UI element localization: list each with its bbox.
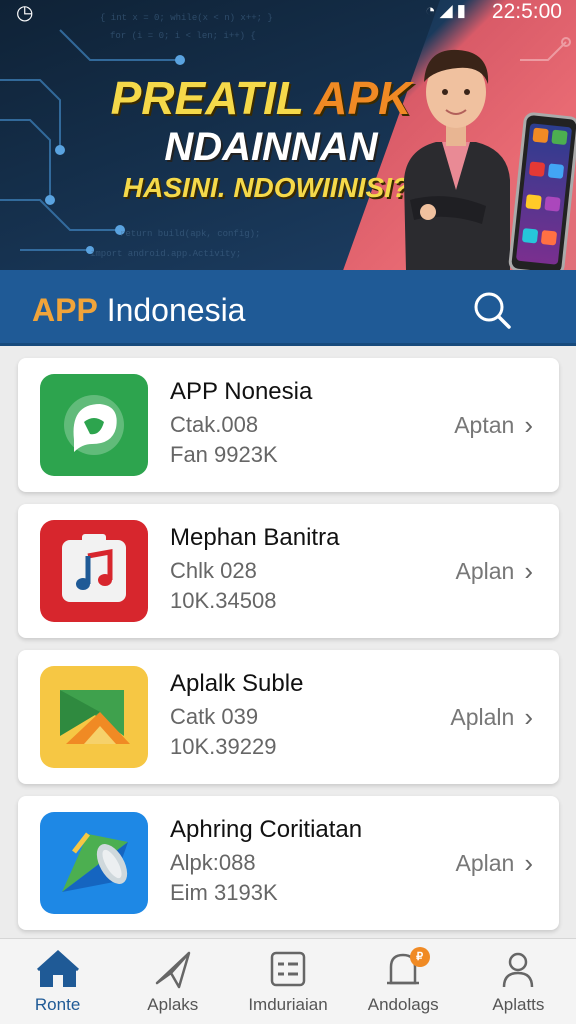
list-item[interactable]: Aphring Coritiatan Alpk:088 Eim 3193K Ap… bbox=[18, 796, 559, 930]
clock-icon: ◷ bbox=[16, 2, 34, 24]
brand-label: APP bbox=[32, 292, 98, 328]
signal-icon: ◢ bbox=[439, 1, 457, 20]
app-action-button[interactable]: Aplaln › bbox=[450, 702, 533, 733]
app-name: APP Nonesia bbox=[170, 378, 313, 405]
nav-item-aplatts[interactable]: Aplatts bbox=[461, 939, 576, 1024]
chevron-right-icon: › bbox=[524, 848, 533, 878]
app-header: APP Indonesia bbox=[0, 270, 576, 346]
app-meta-1: Chlk 028 bbox=[170, 558, 257, 583]
nav-label: Ronte bbox=[34, 995, 81, 1014]
app-action-button[interactable]: Aplan › bbox=[456, 556, 534, 587]
svg-text:return build(apk, config);: return build(apk, config); bbox=[120, 229, 260, 239]
banner-line-2: NDAINNAN bbox=[164, 125, 378, 169]
nav-item-andolags[interactable]: ₽ Andolags bbox=[346, 939, 461, 1024]
bottom-navigation: Ronte Aplaks Imduriaian ₽ Andolags Aplat… bbox=[0, 938, 576, 1024]
app-name: Aplalk Suble bbox=[170, 670, 304, 697]
app-meta-2: Fan 9923K bbox=[170, 442, 278, 467]
list-item[interactable]: Aplalk Suble Catk 039 10K.39229 Aplaln › bbox=[18, 650, 559, 784]
svg-text:import android.app.Activity;: import android.app.Activity; bbox=[90, 249, 241, 259]
app-name: Aphring Coritiatan bbox=[170, 816, 363, 843]
status-time: 22:5:00 bbox=[491, 0, 562, 23]
battery-icon: ▮ bbox=[456, 1, 470, 20]
app-meta-2: Eim 3193K bbox=[170, 880, 278, 905]
title-label: Indonesia bbox=[106, 292, 246, 328]
app-action-button[interactable]: Aptan › bbox=[454, 410, 533, 441]
chevron-right-icon: › bbox=[524, 410, 533, 440]
app-meta-1: Catk 039 bbox=[170, 704, 259, 729]
kite-app-icon bbox=[40, 812, 148, 914]
list-item[interactable]: APP Nonesia Ctak.008 Fan 9923K Aptan › bbox=[18, 358, 559, 492]
app-meta-2: 10K.34508 bbox=[170, 588, 277, 613]
send-icon bbox=[155, 951, 191, 989]
app-meta-2: 10K.39229 bbox=[170, 734, 277, 759]
banner-line-3: HASINI. NDOWIINISI? bbox=[122, 172, 410, 203]
app-action-label: Aplan bbox=[455, 558, 515, 584]
list-icon bbox=[270, 951, 306, 987]
page-title: APP Indonesia bbox=[32, 292, 245, 329]
banner-line-1: PREATIL APK bbox=[96, 72, 426, 124]
wifi-icon: ◔ bbox=[425, 1, 440, 20]
home-icon bbox=[36, 949, 79, 987]
chevron-right-icon: › bbox=[524, 702, 533, 732]
app-nonesia-icon bbox=[40, 374, 148, 476]
nav-item-imduriaian[interactable]: Imduriaian bbox=[230, 939, 345, 1024]
shapes-app-icon bbox=[40, 666, 148, 768]
banner-headline: PREATIL APK NDAINNAN HASINI. NDOWIINISI? bbox=[96, 72, 426, 206]
app-action-label: Aptan bbox=[454, 412, 515, 438]
status-bar: ◷ ◔◢▮ 22:5:00 bbox=[0, 0, 576, 26]
nav-item-aplaks[interactable]: Aplaks bbox=[115, 939, 230, 1024]
profile-icon bbox=[503, 952, 534, 988]
notification-badge: ₽ bbox=[409, 947, 430, 967]
banner-line-1a: PREATIL bbox=[110, 72, 315, 124]
app-name: Mephan Banitra bbox=[170, 524, 340, 551]
list-item[interactable]: Mephan Banitra Chlk 028 10K.34508 Aplan … bbox=[18, 504, 559, 638]
app-meta-1: Ctak.008 bbox=[170, 412, 259, 437]
chevron-right-icon: › bbox=[524, 556, 533, 586]
nav-label: Aplaks bbox=[147, 995, 199, 1014]
app-action-label: Aplaln bbox=[450, 704, 515, 730]
nav-label: Imduriaian bbox=[248, 995, 328, 1014]
app-action-button[interactable]: Aplan › bbox=[456, 848, 534, 879]
status-icons: ◔◢▮ bbox=[425, 1, 470, 21]
search-icon[interactable] bbox=[470, 288, 514, 332]
promo-banner[interactable]: { int x = 0; while(x < n) x++; } for (i … bbox=[0, 0, 576, 270]
app-meta-1: Alpk:088 bbox=[170, 850, 256, 875]
svg-text:for (i = 0; i < len; i++) {: for (i = 0; i < len; i++) { bbox=[110, 31, 256, 41]
music-app-icon bbox=[40, 520, 148, 622]
person-illustration bbox=[404, 49, 510, 270]
nav-item-home[interactable]: Ronte bbox=[0, 939, 115, 1024]
app-action-label: Aplan bbox=[455, 850, 515, 876]
nav-label: Aplatts bbox=[492, 995, 545, 1014]
nav-label: Andolags bbox=[367, 995, 439, 1014]
